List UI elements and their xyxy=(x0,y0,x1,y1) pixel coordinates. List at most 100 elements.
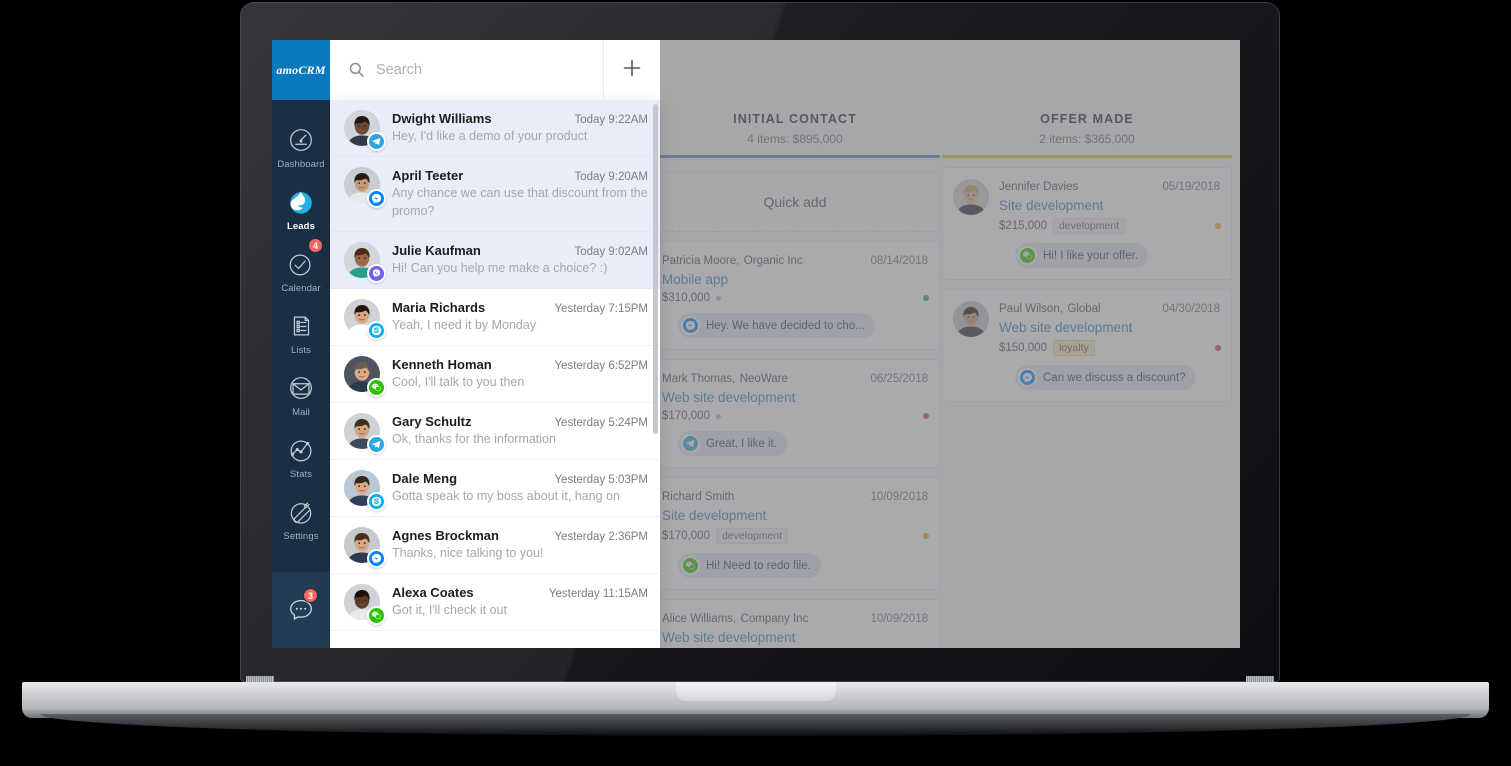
messenger-icon xyxy=(681,316,700,335)
message-list-item[interactable]: Kenneth Homan Yesterday 6:52PM Cool, I'll … xyxy=(330,346,660,403)
message-header: Dwight Williams Today 9:22AM xyxy=(392,111,648,126)
message-list-item[interactable]: April Teeter Today 9:20AM Any chance we ca… xyxy=(330,157,660,232)
lead-card[interactable]: Paul Wilson, Global 04/30/2018 Web site de… xyxy=(942,289,1232,402)
message-header: Gary Schultz Yesterday 5:24PM xyxy=(392,414,648,429)
dropdown-scrollbar[interactable] xyxy=(653,104,658,434)
lead-title[interactable]: Site development xyxy=(999,198,1220,213)
app-logo[interactable]: amoCRM xyxy=(272,40,330,100)
sidebar-item-leads[interactable]: Leads xyxy=(272,178,330,240)
lead-card[interactable]: Mark Thomas, NeoWare 06/25/2018 Web site d… xyxy=(650,359,940,468)
message-time: Today 9:20AM xyxy=(574,171,648,183)
lead-date: 05/19/2018 xyxy=(1162,181,1220,193)
lead-message-bubble[interactable]: Hey. We have decided to cho... xyxy=(678,313,875,338)
lead-message-bubble[interactable]: Hi! I like your offer. xyxy=(1015,243,1149,268)
lead-message-text: Can we discuss a discount? xyxy=(1043,371,1186,384)
viber-icon xyxy=(367,263,386,283)
lead-tag[interactable]: development xyxy=(1052,218,1126,234)
lead-tag[interactable]: loyalty xyxy=(1052,340,1095,356)
message-header: Kenneth Homan Yesterday 6:52PM xyxy=(392,357,648,372)
skype-icon xyxy=(367,320,386,340)
search-input[interactable] xyxy=(376,62,616,78)
message-list-item[interactable]: Alexa Coates Yesterday 11:15AM Got it, I'l… xyxy=(330,574,660,631)
message-sender: Dale Meng xyxy=(392,470,458,486)
lead-card[interactable]: Alice Williams, Company Inc 10/09/2018 Web… xyxy=(650,599,940,648)
sidebar-item-mail[interactable]: Mail xyxy=(272,364,330,426)
lead-price: $215,000 xyxy=(999,220,1047,232)
lead-title[interactable]: Web site development xyxy=(662,630,928,645)
leads-drop-icon xyxy=(286,187,316,217)
messenger-icon xyxy=(367,548,386,568)
lead-message-text: Hey. We have decided to cho... xyxy=(706,319,865,332)
message-sender: Kenneth Homan xyxy=(392,356,492,372)
lead-contact: Patricia Moore, Organic Inc xyxy=(662,251,803,269)
messages-dropdown: Dwight Williams Today 9:22AM Hey, I'd like… xyxy=(330,100,660,648)
lead-contact-name: Paul Wilson, xyxy=(999,303,1063,315)
laptop-screen: INITIAL CONTACT 4 items: $895,000 Quick ad… xyxy=(272,40,1240,648)
sidebar-item-dashboard[interactable]: Dashboard xyxy=(272,116,330,178)
lead-title[interactable]: Mobile app xyxy=(662,272,928,287)
lead-price: $150,000 xyxy=(999,342,1047,354)
sidebar-item-label: Calendar xyxy=(281,283,321,294)
message-list-item[interactable]: Julie Kaufman Today 9:02AM Hi! Can you hel… xyxy=(330,231,660,289)
sidebar-item-chat[interactable]: 3 xyxy=(272,572,330,648)
message-header: Dale Meng Yesterday 5:03PM xyxy=(392,471,648,486)
sidebar-item-lists[interactable]: Lists xyxy=(272,302,330,364)
lead-card[interactable]: Jennifer Davies 05/19/2018 Site developmen… xyxy=(942,167,1232,280)
dashboard-gauge-icon xyxy=(286,125,316,155)
message-time: Yesterday 5:24PM xyxy=(554,416,648,429)
lead-price: $170,000 xyxy=(662,410,710,422)
message-time: Yesterday 6:52PM xyxy=(554,359,648,372)
lead-contact-name: Patricia Moore, xyxy=(662,255,740,267)
lead-date: 06/25/2018 xyxy=(870,373,928,385)
message-list-item[interactable]: Agnes Brockman Yesterday 2:36PM Thanks, ni… xyxy=(330,517,660,574)
sidebar-badge: 4 xyxy=(308,238,323,253)
column-title: INITIAL CONTACT xyxy=(733,112,857,126)
chat-badge: 3 xyxy=(303,588,318,603)
lead-meta: $170,000 development xyxy=(662,528,929,544)
lead-title[interactable]: Web site development xyxy=(662,390,928,405)
pipeline-column: INITIAL CONTACT 4 items: $895,000 Quick ad… xyxy=(650,40,940,648)
lead-contact-name: Mark Thomas, xyxy=(662,373,736,385)
message-list-item[interactable]: Dale Meng Yesterday 5:03PM Gotta speak to … xyxy=(330,460,660,517)
column-title: OFFER MADE xyxy=(1040,112,1134,126)
lead-date: 10/09/2018 xyxy=(870,491,928,503)
avatar xyxy=(344,412,386,454)
lead-tag[interactable]: development xyxy=(715,528,789,544)
avatar xyxy=(344,526,386,568)
sidebar-item-label: Stats xyxy=(289,469,313,480)
quick-add-button[interactable]: Quick add xyxy=(650,172,940,232)
message-list-item[interactable]: Gary Schultz Yesterday 5:24PM Ok, thanks f… xyxy=(330,403,660,460)
sidebar-item-stats[interactable]: Stats xyxy=(272,426,330,488)
lead-avatar xyxy=(953,179,989,215)
lead-message-bubble[interactable]: Hi! Need to redo file. xyxy=(678,553,821,578)
message-preview: Gotta speak to my boss about it, hang on xyxy=(392,488,620,503)
column-stripe xyxy=(650,155,940,158)
message-preview: Got it, I'll check it out xyxy=(392,602,507,617)
sidebar-item-label: Dashboard xyxy=(277,159,325,170)
wechat-icon xyxy=(367,605,386,625)
sidebar-item-label: Mail xyxy=(292,407,310,418)
lead-title[interactable]: Web site development xyxy=(999,320,1220,335)
sidebar-item-settings[interactable]: Settings xyxy=(272,488,330,550)
sidebar-item-calendar[interactable]: 4 Calendar xyxy=(272,238,330,302)
message-body: Dale Meng Yesterday 5:03PM Gotta speak to … xyxy=(392,470,648,506)
lead-card[interactable]: Richard Smith 10/09/2018 Site development $… xyxy=(650,477,940,590)
lead-status-dot xyxy=(1215,223,1221,229)
message-list-item[interactable]: Dwight Williams Today 9:22AM Hey, I'd like… xyxy=(330,100,660,157)
message-sender: Gary Schultz xyxy=(392,413,472,429)
lead-title[interactable]: Site development xyxy=(662,508,928,523)
add-button[interactable] xyxy=(603,40,660,100)
column-stripe xyxy=(942,155,1232,158)
lead-message-bubble[interactable]: Can we discuss a discount? xyxy=(1015,365,1196,390)
lead-card-header: Alice Williams, Company Inc 10/09/2018 xyxy=(662,609,928,627)
message-body: April Teeter Today 9:20AM Any chance we ca… xyxy=(392,167,648,221)
lead-card-header: Patricia Moore, Organic Inc 08/14/2018 xyxy=(662,251,928,269)
message-preview: Cool, I'll talk to you then xyxy=(392,374,525,389)
message-sender: Maria Richards xyxy=(392,299,486,315)
message-header: Maria Richards Yesterday 7:15PM xyxy=(392,300,648,315)
plus-icon xyxy=(621,57,643,84)
lead-message-bubble[interactable]: Great, I like it. xyxy=(678,431,787,456)
lead-contact: Alice Williams, Company Inc xyxy=(662,609,808,627)
lead-card[interactable]: Patricia Moore, Organic Inc 08/14/2018 Mob… xyxy=(650,241,940,350)
message-list-item[interactable]: Maria Richards Yesterday 7:15PM Yeah, I ne… xyxy=(330,289,660,346)
